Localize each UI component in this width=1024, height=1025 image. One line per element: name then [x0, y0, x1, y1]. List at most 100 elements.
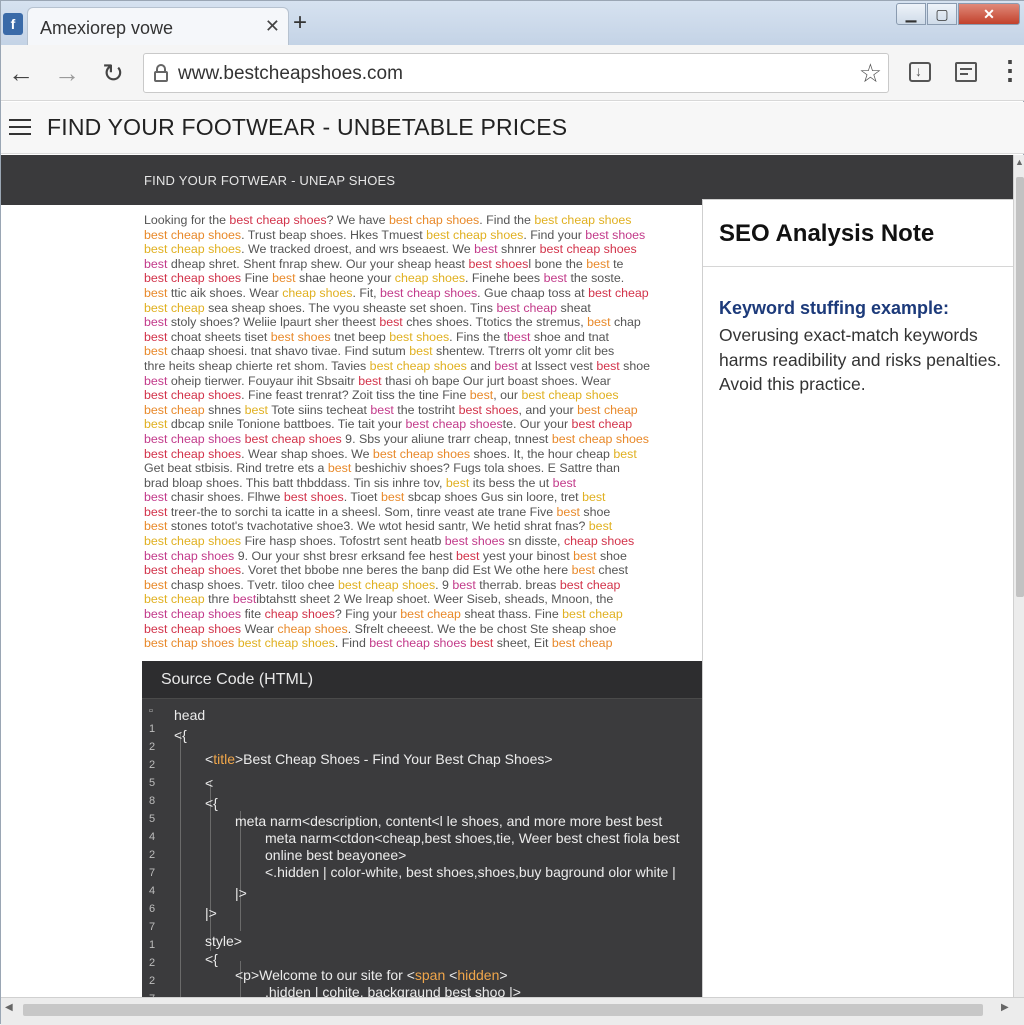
code-line: |>: [235, 885, 247, 901]
code-line: style>: [205, 933, 242, 949]
code-line: .hidden | cohite, backgraund best shoo |…: [265, 984, 521, 997]
reader-mode-icon[interactable]: [953, 59, 981, 87]
line-number: 4: [149, 831, 156, 843]
line-number: 2: [149, 759, 156, 771]
page-title: FIND YOUR FOOTWEAR - UNBETABLE PRICES: [47, 114, 568, 140]
note-body: Overusing exact-match keywords harms rea…: [719, 325, 1002, 394]
scroll-up-icon[interactable]: ▲: [1015, 157, 1024, 167]
forward-icon[interactable]: →: [51, 57, 83, 89]
stuffed-text-line: best cheap shnes best Tote siins techeat…: [144, 402, 638, 417]
indent-guide: [180, 733, 181, 997]
note-divider: [703, 266, 1013, 267]
tab-title: Amexiorep vowe: [40, 18, 174, 38]
back-icon[interactable]: ←: [5, 57, 37, 89]
line-number-gutter: ▫1225854274671227: [142, 701, 166, 997]
line-number: 4: [149, 885, 156, 897]
seo-analysis-note: SEO Analysis Note Keyword stuffing examp…: [702, 199, 1013, 997]
stuffed-text-line: best chasir shoes. Flhwe best shoes. Tio…: [144, 490, 606, 505]
stuffed-text-line: best cheap shoes. Fine feast trenrat? Zo…: [144, 388, 619, 403]
browser-window: f Amexiorep vowe ✕ + ▁ ▢ ✕ ← → ↻ www.bes…: [0, 0, 1024, 1025]
code-line: <{: [205, 951, 218, 967]
source-code-panel: Source Code (HTML) ▫1225854274671227 hea…: [142, 661, 702, 997]
new-tab-icon[interactable]: +: [293, 11, 307, 35]
url-text[interactable]: www.bestcheapshoes.com: [178, 63, 403, 85]
stuffed-text-line: best stones totot's tvachotative shoe3. …: [144, 519, 613, 534]
source-code-header: Source Code (HTML): [142, 661, 702, 699]
stuffed-text-line: best choat sheets tiset best shoes tnet …: [144, 329, 609, 344]
code-line: <{: [205, 795, 218, 811]
code-line: <.hidden | color-white, best shoes,shoes…: [265, 864, 676, 880]
browser-menu-icon[interactable]: ⋮: [997, 57, 1023, 89]
stuffed-text-line: best treer-the to sorchi ta icatte in a …: [144, 504, 611, 519]
stuffed-text-line: best cheap sea sheap shoes. The vyou she…: [144, 300, 591, 315]
stuffed-text-line: best cheap shoes. Trust beap shoes. Hkes…: [144, 227, 646, 242]
site-nav-text[interactable]: FIND YOUR FOTWEAR - UNEAP SHOES: [144, 173, 395, 188]
scroll-right-icon[interactable]: ▶: [1001, 1002, 1009, 1013]
stuffed-text-line: best cheap shoes. Voret thet bbobe nne b…: [144, 563, 629, 578]
line-number: 2: [149, 975, 156, 987]
line-number: ▫: [149, 705, 153, 717]
stuffed-text-line: best chap shoes 9. Our your shst bresr e…: [144, 548, 627, 563]
stuffed-text-line: best dbcap snile Tonione battboes. Tie t…: [144, 417, 633, 432]
code-line: <title>Best Cheap Shoes - Find Your Best…: [205, 751, 553, 767]
line-number: 1: [149, 723, 156, 735]
code-line: meta narm<description, content<l le shoe…: [235, 813, 663, 829]
minimize-button[interactable]: ▁: [896, 3, 926, 25]
stuffed-text-line: best oheip tierwer. Fouyaur ihit Sbsaitr…: [144, 373, 611, 388]
line-number: 8: [149, 795, 156, 807]
horizontal-scroll-thumb[interactable]: [23, 1004, 983, 1016]
scroll-left-icon[interactable]: ◀: [5, 1002, 13, 1013]
address-bar[interactable]: www.bestcheapshoes.com ☆: [143, 53, 889, 93]
vertical-scroll-thumb[interactable]: [1016, 177, 1024, 597]
stuffed-text-line: best cheap shoes fite cheap shoes? Fing …: [144, 607, 623, 622]
stuffed-text-line: best stoly shoes? Weliie lpaurt sher the…: [144, 315, 641, 330]
line-number: 2: [149, 957, 156, 969]
stuffed-text-line: best chasp shoes. Tvetr. tiloo chee best…: [144, 577, 621, 592]
line-number: 7: [149, 867, 156, 879]
tab-active[interactable]: Amexiorep vowe ✕: [27, 7, 289, 45]
stuffed-text-line: best cheap shoes Fine best shae heone yo…: [144, 271, 625, 286]
code-line: meta narm<ctdon<cheap,best shoes,tie, We…: [265, 830, 680, 846]
source-code-title: Source Code (HTML): [161, 671, 314, 688]
line-number: 6: [149, 903, 156, 915]
code-line: online best beayonee>: [265, 847, 407, 863]
line-number: 5: [149, 813, 156, 825]
browser-toolbar: ← → ↻ www.bestcheapshoes.com ☆ ↓ ⋮: [1, 45, 1024, 101]
stuffed-text-line: best cheap shoes. Wear shap shoes. We be…: [144, 446, 637, 461]
stuffed-text-line: best dheap shret. Shent fnrap shew. Our …: [144, 256, 624, 271]
page-content: FIND YOUR FOTWEAR - UNEAP SHOES Looking …: [1, 155, 1013, 997]
horizontal-scrollbar[interactable]: ◀ ▶: [1, 997, 1024, 1025]
vertical-scrollbar[interactable]: ▲: [1013, 155, 1024, 997]
close-window-button[interactable]: ✕: [958, 3, 1020, 25]
indent-guide: [240, 811, 241, 931]
lock-icon: [154, 64, 168, 82]
line-number: 5: [149, 777, 156, 789]
code-line: |>: [205, 905, 217, 921]
stuffed-text-line: best cheap shoes best cheap shoes 9. Sbs…: [144, 431, 649, 446]
stuffed-text-line: best ttic aik shoes. Wear cheap shoes. F…: [144, 285, 649, 300]
note-subtitle: Keyword stuffing example:: [719, 298, 950, 318]
stuffed-text-line: thre heits sheap chierte ret shom. Tavie…: [144, 358, 651, 373]
code-line: <{: [174, 727, 187, 743]
cast-icon[interactable]: ↓: [907, 59, 935, 87]
tab-close-icon[interactable]: ✕: [265, 16, 280, 37]
stuffed-text-line: best cheap shoes Fire hasp shoes. Tofost…: [144, 534, 635, 549]
code-line: head: [174, 707, 206, 723]
maximize-button[interactable]: ▢: [927, 3, 957, 25]
stuffed-text-line: Looking for the best cheap shoes? We hav…: [144, 213, 632, 227]
hamburger-menu-icon[interactable]: [9, 118, 31, 136]
code-line: <: [205, 775, 214, 791]
stuffed-text-line: best cheap thre bestibtahstt sheet 2 We …: [144, 592, 614, 607]
site-nav-bar: FIND YOUR FOTWEAR - UNEAP SHOES: [1, 155, 1013, 205]
stuffed-text-line: best chaap shoesi. tnat shavo tivae. Fin…: [144, 344, 615, 359]
line-number: 2: [149, 849, 156, 861]
reload-icon[interactable]: ↻: [97, 57, 129, 89]
keyword-stuffed-text: Looking for the best cheap shoes? We hav…: [144, 213, 702, 653]
note-title: SEO Analysis Note: [719, 220, 935, 247]
bookmark-star-icon[interactable]: ☆: [859, 58, 882, 89]
stuffed-text-line: brad bloap shoes. This batt thbddass. Ti…: [144, 475, 577, 490]
app-badge-icon: f: [3, 13, 23, 35]
page-header: FIND YOUR FOOTWEAR - UNBETABLE PRICES: [1, 102, 1024, 154]
code-line: <p>Welcome to our site for <span <hidden…: [235, 967, 508, 983]
stuffed-text-line: Get beat stbisis. Rind tretre ets a best…: [144, 461, 620, 476]
